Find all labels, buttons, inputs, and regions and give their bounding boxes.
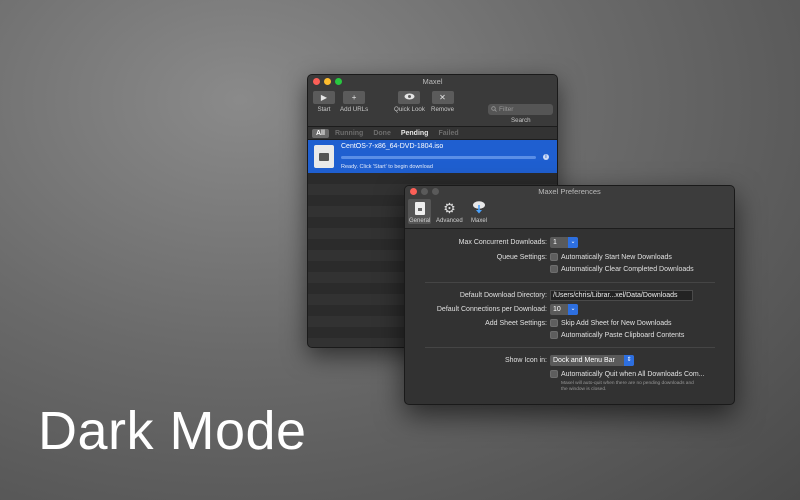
filter-tabs: All Running Done Pending Failed [308, 127, 557, 140]
quick-look-button[interactable]: Quick Look [394, 91, 425, 113]
cloud-download-icon [471, 199, 487, 218]
close-button[interactable] [410, 188, 417, 195]
auto-quit-checkbox[interactable]: Automatically Quit when All Downloads Co… [550, 370, 705, 378]
add-urls-button[interactable]: + Add URLs [340, 91, 368, 113]
search-input[interactable]: Filter [488, 104, 553, 115]
preferences-titlebar[interactable]: Maxel Preferences [405, 186, 734, 198]
preferences-window: Maxel Preferences General ⚙ Advanced Max… [404, 185, 735, 405]
tab-advanced[interactable]: ⚙ Advanced [436, 199, 463, 225]
show-icon-select[interactable]: Dock and Menu Bar ⇕ [550, 355, 634, 366]
search-icon [491, 105, 497, 114]
tab-done[interactable]: Done [369, 129, 395, 138]
skip-add-sheet-checkbox[interactable]: Skip Add Sheet for New Downloads [550, 319, 672, 327]
download-progress-bar [341, 156, 536, 159]
max-concurrent-label: Max Concurrent Downloads: [458, 239, 547, 246]
download-directory-field[interactable]: /Users/chris/Librar...xel/Data/Downloads [550, 290, 693, 301]
dark-mode-headline: Dark Mode [38, 401, 307, 461]
main-titlebar[interactable]: Maxel [308, 75, 557, 89]
tab-failed[interactable]: Failed [434, 129, 462, 138]
chevron-down-icon: ⌄ [568, 304, 578, 315]
tab-running[interactable]: Running [331, 129, 367, 138]
tab-all[interactable]: All [312, 128, 329, 138]
download-filename: CentOS-7-x86_64-DVD-1804.iso [341, 143, 444, 150]
tab-general[interactable]: General [408, 199, 432, 224]
general-settings-pane: Max Concurrent Downloads: 1 ⌄ Queue Sett… [405, 229, 734, 404]
chevron-down-icon: ⌄ [568, 237, 578, 248]
download-status: Ready. Click 'Start' to begin download [341, 164, 433, 170]
add-sheet-settings-label: Add Sheet Settings: [485, 320, 547, 327]
zoom-button[interactable] [432, 188, 439, 195]
remove-button[interactable]: ✕ Remove [431, 91, 454, 113]
close-button[interactable] [313, 78, 320, 85]
connections-select[interactable]: 10 ⌄ [550, 304, 578, 315]
tab-maxel[interactable]: Maxel [469, 199, 489, 224]
show-icon-label: Show Icon in: [504, 357, 547, 364]
max-concurrent-select[interactable]: 1 ⌄ [550, 237, 578, 248]
info-icon[interactable]: i [543, 154, 549, 160]
switch-icon [414, 201, 425, 215]
auto-start-checkbox[interactable]: Automatically Start New Downloads [550, 253, 672, 261]
eye-icon [404, 93, 415, 102]
auto-clear-checkbox[interactable]: Automatically Clear Completed Downloads [550, 265, 694, 273]
auto-paste-checkbox[interactable]: Automatically Paste Clipboard Contents [550, 331, 684, 339]
tab-pending[interactable]: Pending [397, 129, 433, 138]
play-icon: ▶ [320, 93, 328, 102]
main-toolbar: ▶ Start + Add URLs Quick Look ✕ Remove F… [308, 89, 557, 127]
search-label: Search [511, 117, 531, 124]
preferences-toolbar: General ⚙ Advanced Maxel [405, 198, 734, 229]
minimize-button[interactable] [324, 78, 331, 85]
auto-quit-note: Maxel will auto-quit when there are no p… [561, 381, 694, 392]
plus-icon: + [351, 93, 357, 102]
download-directory-label: Default Download Directory: [459, 292, 547, 299]
preferences-title: Maxel Preferences [538, 187, 601, 196]
connections-label: Default Connections per Download: [436, 306, 547, 313]
start-button[interactable]: ▶ Start [313, 91, 335, 113]
queue-settings-label: Queue Settings: [496, 254, 547, 261]
updown-chevron-icon: ⇕ [624, 355, 634, 366]
main-window-title: Maxel [422, 77, 443, 86]
minimize-button[interactable] [421, 188, 428, 195]
x-icon: ✕ [439, 93, 446, 102]
gear-icon: ⚙ [443, 199, 456, 216]
disk-image-icon [314, 145, 334, 168]
zoom-button[interactable] [335, 78, 342, 85]
download-row[interactable]: CentOS-7-x86_64-DVD-1804.iso Ready. Clic… [308, 140, 557, 173]
